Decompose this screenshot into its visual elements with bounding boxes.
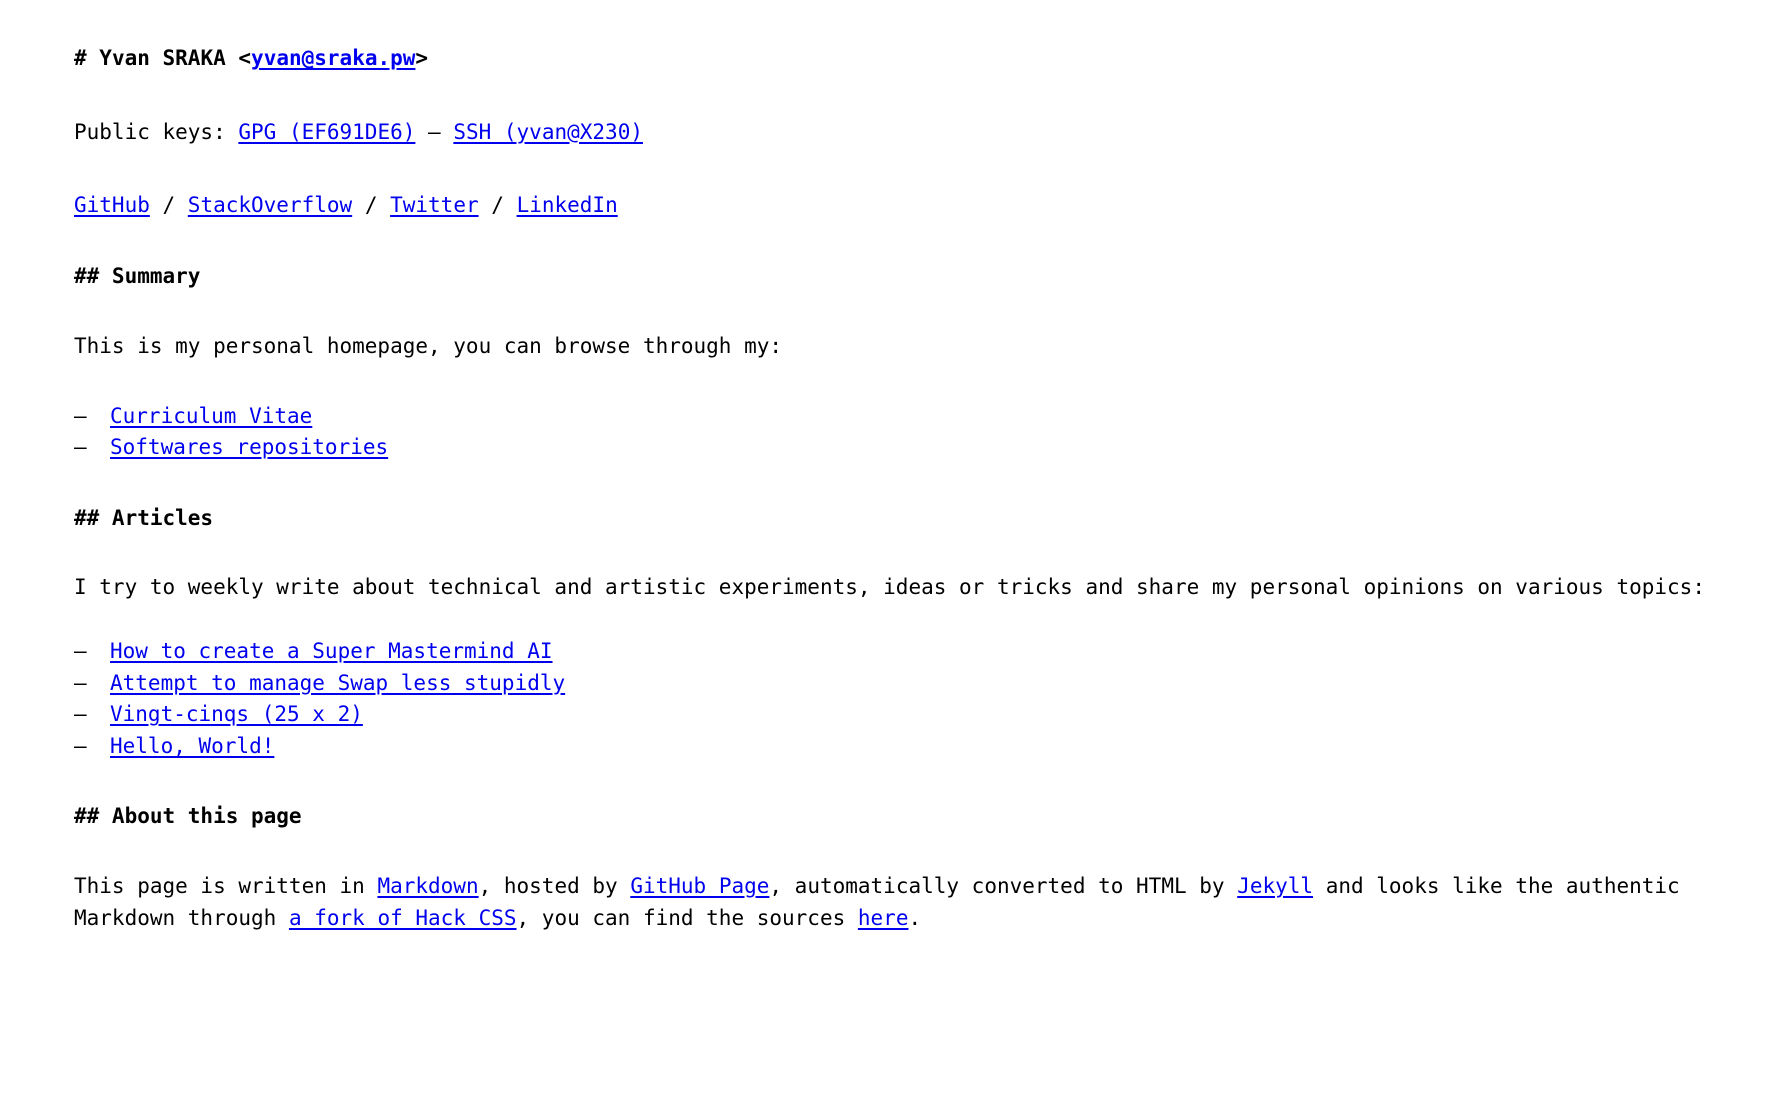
email-link[interactable]: yvan@sraka.pw [251, 46, 415, 70]
list-bullet: — [74, 702, 87, 727]
github-page-link[interactable]: GitHub Page [630, 874, 769, 898]
summary-paragraph: This is my personal homepage, you can br… [74, 333, 783, 358]
public-keys-line: Public keys: GPG (EF691DE6) — SSH (yvan@… [74, 117, 1716, 149]
list-bullet: — [74, 435, 87, 460]
list-item: — How to create a Super Mastermind AI [74, 636, 1716, 668]
list-item: — Curriculum Vitae [74, 401, 1716, 433]
article-link-swap[interactable]: Attempt to manage Swap less stupidly [110, 671, 565, 695]
social-separator: / [352, 193, 391, 218]
articles-heading: ## Articles [74, 505, 214, 530]
curriculum-vitae-link[interactable]: Curriculum Vitae [110, 404, 312, 428]
articles-paragraph: I try to weekly write about technical an… [74, 575, 1705, 600]
markdown-link[interactable]: Markdown [377, 874, 478, 898]
list-bullet: — [74, 670, 87, 695]
linkedin-link[interactable]: LinkedIn [517, 193, 618, 217]
markdown-page: # Yvan SRAKA <yvan@sraka.pw> Public keys… [0, 0, 1780, 975]
article-link-hello-world[interactable]: Hello, World! [110, 734, 274, 758]
about-heading: ## About this page [74, 804, 302, 829]
github-link[interactable]: GitHub [74, 193, 150, 217]
sources-here-link[interactable]: here [858, 906, 909, 930]
jekyll-link[interactable]: Jekyll [1237, 874, 1313, 898]
email-angle-close: > [415, 46, 429, 70]
softwares-repositories-link[interactable]: Softwares repositories [110, 435, 388, 459]
social-links-line: GitHub / StackOverflow / Twitter / Linke… [74, 190, 1716, 222]
list-item: — Softwares repositories [74, 432, 1716, 464]
heading-hash-marker: # [74, 46, 100, 70]
about-paragraph: This page is written in Markdown, hosted… [74, 871, 1714, 935]
gpg-key-link[interactable]: GPG (EF691DE6) [238, 120, 415, 144]
about-text-1: This page is written in [74, 873, 378, 898]
about-text-3: , automatically converted to HTML by [769, 873, 1238, 898]
author-name: Yvan SRAKA [99, 46, 226, 70]
list-item: — Vingt-cinqs (25 x 2) [74, 699, 1716, 731]
email-bracket-open [226, 46, 239, 70]
article-link-vingt-cinqs[interactable]: Vingt-cinqs (25 x 2) [110, 702, 363, 726]
about-text-5: , you can find the sources [516, 905, 858, 930]
stackoverflow-link[interactable]: StackOverflow [188, 193, 352, 217]
public-keys-label: Public keys: [74, 119, 239, 144]
twitter-link[interactable]: Twitter [390, 193, 479, 217]
keys-separator: — [415, 119, 454, 144]
ssh-key-link[interactable]: SSH (yvan@X230) [453, 120, 643, 144]
list-item: — Hello, World! [74, 731, 1716, 763]
list-bullet: — [74, 639, 87, 664]
about-text-6: . [908, 905, 922, 930]
social-separator: / [149, 193, 188, 218]
about-text-2: , hosted by [478, 873, 631, 898]
articles-list: — How to create a Super Mastermind AI — At… [74, 636, 1716, 762]
hack-css-link[interactable]: a fork of Hack CSS [289, 906, 517, 930]
summary-heading: ## Summary [74, 264, 201, 289]
page-title: # Yvan SRAKA <yvan@sraka.pw> [74, 42, 1716, 75]
list-bullet: — [74, 403, 87, 428]
email-angle-open: < [238, 46, 252, 70]
list-item: — Attempt to manage Swap less stupidly [74, 668, 1716, 700]
summary-list: — Curriculum Vitae — Softwares repositorie… [74, 401, 1716, 464]
list-bullet: — [74, 733, 87, 758]
social-separator: / [478, 193, 517, 218]
article-link-mastermind[interactable]: How to create a Super Mastermind AI [110, 639, 553, 663]
